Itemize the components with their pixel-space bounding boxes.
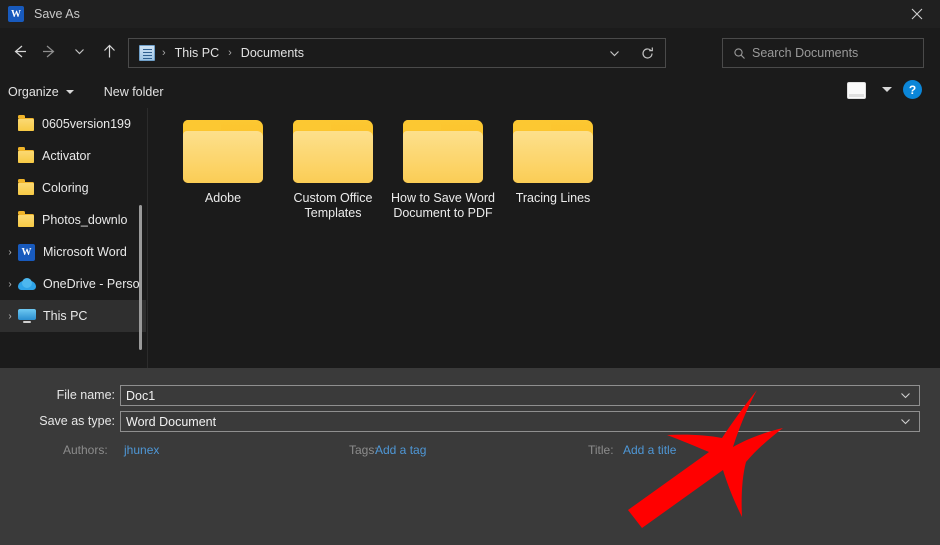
navigation-sidebar: 0605version199 Activator Coloring Photos… xyxy=(0,108,146,368)
file-item-label: How to Save Word Document to PDF xyxy=(391,191,495,220)
authors-label: Authors: xyxy=(63,443,108,457)
breadcrumb-item-this-pc[interactable]: This PC xyxy=(173,46,221,60)
expand-chevron-icon[interactable]: › xyxy=(2,311,18,322)
file-name-field[interactable]: Doc1 xyxy=(120,385,920,406)
save-form-pane: File name: Doc1 Save as type: Word Docum… xyxy=(0,368,940,545)
file-name-label: File name: xyxy=(56,388,115,402)
file-item-label: Tracing Lines xyxy=(515,191,591,205)
authors-value[interactable]: jhunex xyxy=(124,443,159,457)
file-item-how-to-save-word-document-to-pdf[interactable]: How to Save Word Document to PDF xyxy=(388,120,498,221)
sidebar-item-label: Microsoft Word xyxy=(43,245,127,259)
file-grid: Adobe Custom Office Templates How to Sav… xyxy=(148,108,940,221)
file-item-label: Custom Office Templates xyxy=(293,191,373,220)
expand-chevron-icon[interactable]: › xyxy=(2,247,18,258)
tags-label: Tags: xyxy=(349,443,378,457)
this-pc-icon xyxy=(18,309,36,323)
search-icon xyxy=(733,47,746,60)
search-input[interactable]: Search Documents xyxy=(722,38,924,68)
folder-icon xyxy=(293,120,373,183)
sidebar-item-label: This PC xyxy=(43,309,88,323)
folder-icon xyxy=(18,211,34,227)
folder-icon xyxy=(513,120,593,183)
close-icon[interactable] xyxy=(894,0,940,28)
help-icon[interactable]: ? xyxy=(903,80,922,99)
word-icon: W xyxy=(18,243,35,261)
sidebar-item-label: OneDrive - Perso xyxy=(43,277,140,291)
word-icon: W xyxy=(8,6,24,22)
help-label: ? xyxy=(908,82,917,97)
sidebar-item-onedrive[interactable]: › OneDrive - Perso xyxy=(0,268,146,300)
view-pane-icon[interactable] xyxy=(847,82,866,99)
new-folder-label: New folder xyxy=(103,84,164,99)
breadcrumb-item-documents[interactable]: Documents xyxy=(239,46,306,60)
save-as-type-label: Save as type: xyxy=(39,414,115,428)
sidebar-item-0605version199[interactable]: 0605version199 xyxy=(0,108,146,140)
sidebar-item-photos-download[interactable]: Photos_downlo xyxy=(0,204,146,236)
folder-icon xyxy=(18,179,34,195)
folder-icon xyxy=(18,115,34,131)
documents-icon xyxy=(139,45,155,61)
breadcrumb-separator-1: › xyxy=(162,47,166,59)
organize-button[interactable]: Organize xyxy=(8,80,74,104)
chevron-down-icon xyxy=(65,89,74,94)
save-as-dialog: W Save As › This PC › Documents Search D… xyxy=(0,0,940,545)
sidebar-item-microsoft-word[interactable]: › W Microsoft Word xyxy=(0,236,146,268)
back-arrow-icon[interactable] xyxy=(4,37,34,67)
forward-arrow-icon[interactable] xyxy=(34,37,64,67)
new-folder-button[interactable]: New folder xyxy=(104,80,164,104)
recent-locations-chevron-down-icon[interactable] xyxy=(64,37,94,67)
search-placeholder: Search Documents xyxy=(752,46,859,60)
file-browser: 0605version199 Activator Coloring Photos… xyxy=(0,108,940,368)
save-as-type-value: Word Document xyxy=(126,414,217,429)
tags-add-link[interactable]: Add a tag xyxy=(375,443,426,457)
title-label: Title: xyxy=(588,443,614,457)
save-as-type-dropdown-chevron[interactable] xyxy=(899,415,912,433)
file-item-label: Adobe xyxy=(204,191,242,205)
title-bar: W Save As xyxy=(0,0,940,28)
sidebar-item-coloring[interactable]: Coloring xyxy=(0,172,146,204)
file-name-value: Doc1 xyxy=(126,388,156,403)
sidebar-item-label: Activator xyxy=(42,149,91,163)
title-add-link[interactable]: Add a title xyxy=(623,443,676,457)
folder-icon xyxy=(18,147,34,163)
file-name-chevron-down-icon[interactable] xyxy=(899,389,912,407)
folder-icon xyxy=(403,120,483,183)
view-chevron-down-icon[interactable] xyxy=(882,87,892,92)
file-list-pane: Adobe Custom Office Templates How to Sav… xyxy=(148,108,940,368)
sidebar-item-activator[interactable]: Activator xyxy=(0,140,146,172)
refresh-icon[interactable] xyxy=(640,39,655,67)
sidebar-scrollbar[interactable] xyxy=(139,205,142,350)
address-bar[interactable]: › This PC › Documents xyxy=(128,38,666,68)
file-item-custom-office-templates[interactable]: Custom Office Templates xyxy=(278,120,388,221)
window-title: Save As xyxy=(34,7,80,21)
file-item-tracing-lines[interactable]: Tracing Lines xyxy=(498,120,608,221)
folder-icon xyxy=(183,120,263,183)
sidebar-item-label: Photos_downlo xyxy=(42,213,128,227)
command-bar: Organize New folder ? xyxy=(0,75,940,108)
up-arrow-icon[interactable] xyxy=(94,37,124,67)
cloud-icon xyxy=(18,277,36,291)
navigation-bar: › This PC › Documents Search Documents xyxy=(0,28,940,75)
organize-label: Organize xyxy=(8,84,59,99)
breadcrumb-separator-2: › xyxy=(228,47,232,59)
save-as-type-field[interactable]: Word Document xyxy=(120,411,920,432)
sidebar-item-label: Coloring xyxy=(42,181,89,195)
expand-chevron-icon[interactable]: › xyxy=(2,279,18,290)
sidebar-item-this-pc[interactable]: › This PC xyxy=(0,300,146,332)
sidebar-item-label: 0605version199 xyxy=(42,117,131,131)
address-chevron-down-icon[interactable] xyxy=(608,39,621,67)
file-item-adobe[interactable]: Adobe xyxy=(168,120,278,221)
